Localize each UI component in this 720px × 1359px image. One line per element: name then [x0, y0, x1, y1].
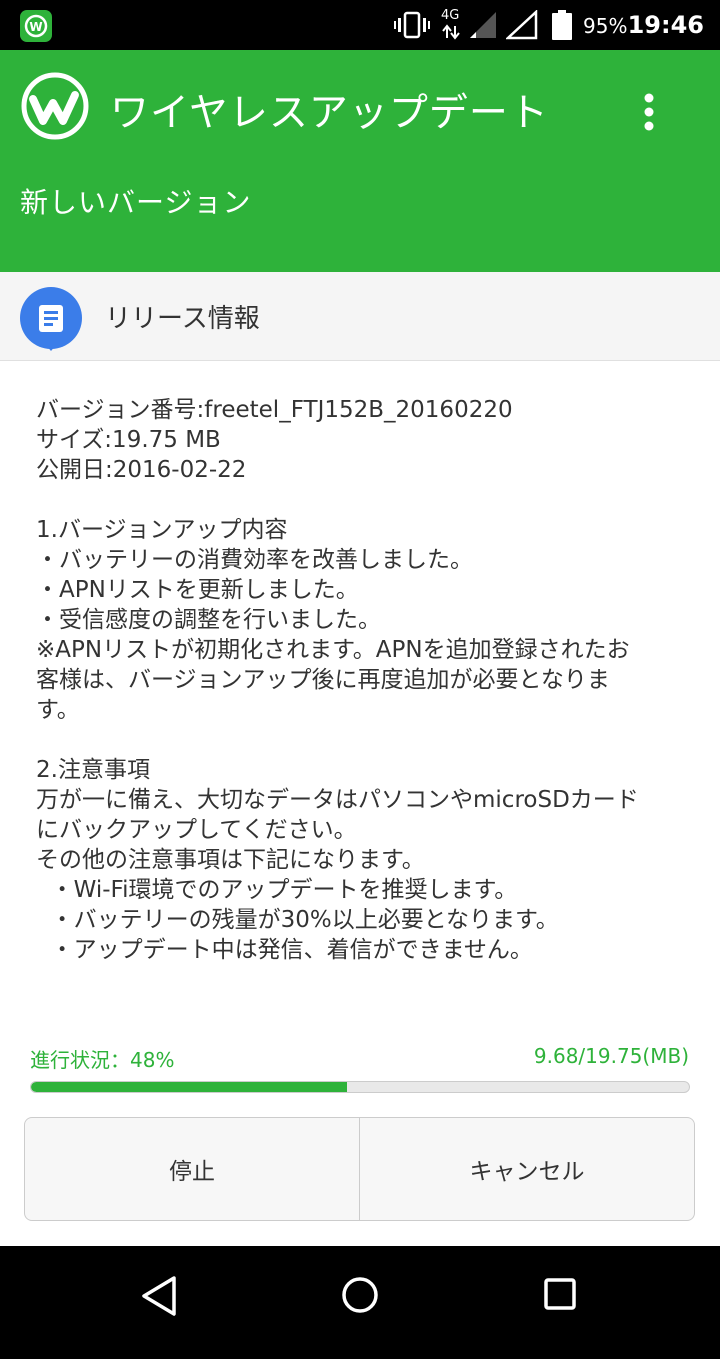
wifi-signal-icon — [504, 9, 538, 44]
app-bar: ワイヤレスアップデート 新しいバージョン — [0, 50, 720, 272]
status-bar: W 4G 95% 19:46 — [0, 0, 720, 50]
network-type-label: 4G — [441, 8, 460, 23]
progress-bar — [30, 1081, 690, 1093]
progress-label: 進行状況：48% — [30, 1048, 175, 1072]
screen-subtitle: 新しいバージョン — [20, 186, 252, 219]
vibrate-icon — [394, 11, 430, 43]
document-icon — [19, 287, 83, 353]
app-title: ワイヤレスアップデート — [110, 91, 549, 136]
section-title: リリース情報 — [105, 304, 260, 334]
home-icon[interactable] — [339, 1274, 381, 1316]
progress-size: 9.68/19.75(MB) — [533, 1044, 689, 1068]
action-buttons: 停止 キャンセル — [24, 1117, 695, 1221]
app-notification-icon: W — [20, 10, 52, 42]
release-content: バージョン番号:freetel_FTJ152B_20160220 サイズ:19.… — [0, 361, 720, 1246]
battery-percent: 95% — [583, 14, 628, 38]
svg-text:W: W — [29, 20, 42, 34]
stop-button[interactable]: 停止 — [25, 1118, 359, 1220]
navigation-bar — [0, 1246, 720, 1359]
cancel-button[interactable]: キャンセル — [359, 1118, 694, 1220]
release-info-header: リリース情報 — [0, 272, 720, 361]
data-arrows-icon — [442, 24, 460, 44]
signal-strength-icon — [468, 10, 498, 44]
recent-apps-icon[interactable] — [541, 1275, 579, 1313]
clock: 19:46 — [627, 11, 704, 39]
overflow-menu-icon[interactable] — [630, 90, 668, 134]
back-icon[interactable] — [138, 1274, 182, 1318]
progress-bar-fill — [31, 1082, 347, 1092]
battery-icon — [552, 10, 572, 44]
release-notes-text: バージョン番号:freetel_FTJ152B_20160220 サイズ:19.… — [36, 397, 639, 963]
wireless-update-logo-icon — [20, 71, 90, 141]
